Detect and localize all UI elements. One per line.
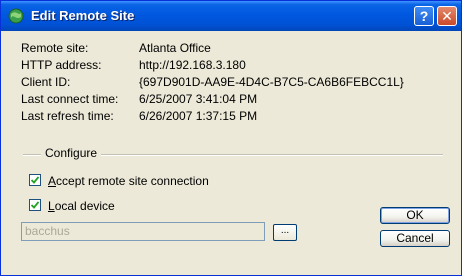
checkbox-box[interactable]: [29, 199, 41, 211]
title-bar[interactable]: Edit Remote Site ? ✕: [1, 1, 461, 31]
info-label: Client ID:: [21, 75, 71, 89]
close-button[interactable]: ✕: [437, 6, 457, 26]
device-name-input[interactable]: bacchus: [21, 222, 265, 241]
ok-button[interactable]: OK: [380, 207, 450, 224]
checkmark-icon: [31, 201, 39, 209]
globe-icon: [8, 8, 24, 24]
browse-button[interactable]: ...: [273, 224, 297, 241]
accel-letter: L: [48, 199, 55, 213]
accept-connection-label: Accept remote site connection: [48, 173, 209, 189]
configure-group-label: Configure: [41, 146, 102, 160]
edit-remote-site-dialog: Edit Remote Site ? ✕ Remote site: Atlant…: [0, 0, 462, 276]
info-value: Atlanta Office: [139, 41, 211, 55]
info-label: Remote site:: [21, 41, 89, 55]
info-value: {697D901D-AA9E-4D4C-B7C5-CA6B6FEBCC1L}: [139, 75, 404, 89]
checkmark-icon: [31, 176, 39, 184]
info-value: 6/26/2007 1:37:15 PM: [139, 109, 258, 123]
accel-letter: A: [48, 174, 57, 188]
info-value: http://192.168.3.180: [139, 58, 246, 72]
window-title: Edit Remote Site: [31, 8, 135, 23]
info-label: Last connect time:: [21, 92, 119, 106]
info-label: HTTP address:: [21, 58, 102, 72]
info-value: 6/25/2007 3:41:04 PM: [139, 92, 258, 106]
label-rest: ocal device: [54, 199, 115, 213]
info-label: Last refresh time:: [21, 109, 114, 123]
checkbox-box[interactable]: [29, 174, 41, 186]
local-device-label: Local device: [48, 198, 115, 214]
cancel-button[interactable]: Cancel: [380, 230, 450, 247]
help-button[interactable]: ?: [414, 6, 434, 26]
label-rest: ccept remote site connection: [56, 174, 209, 188]
